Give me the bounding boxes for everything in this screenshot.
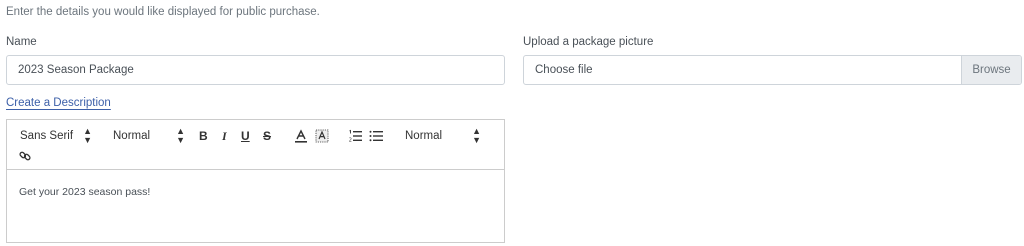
bullet-list-button[interactable] xyxy=(369,129,383,143)
bold-icon: B xyxy=(199,129,208,143)
background-color-icon xyxy=(315,129,329,143)
file-upload-field[interactable]: Choose file Browse xyxy=(523,55,1022,85)
ordered-list-icon: 2 xyxy=(349,129,362,144)
ordered-list-button[interactable]: 2 xyxy=(348,129,362,143)
size-picker-label: Normal xyxy=(113,130,151,142)
italic-icon: I xyxy=(222,128,227,143)
name-value: 2023 Season Package xyxy=(18,64,134,76)
underline-button[interactable]: U xyxy=(241,129,250,143)
browse-button[interactable]: Browse xyxy=(961,56,1021,84)
font-picker-label: Sans Serif xyxy=(20,130,74,142)
link-button[interactable] xyxy=(19,149,31,163)
picker-arrows-icon: ▲ ▼ xyxy=(176,126,185,145)
strike-icon: S xyxy=(263,129,272,143)
picker-arrows-icon: ▲ ▼ xyxy=(472,126,481,145)
editor-toolbar: Sans Serif ▲ ▼ Normal ▲ ▼ B I U S 2 Norm… xyxy=(7,120,504,170)
header-picker[interactable]: Normal ▲ ▼ xyxy=(405,126,481,145)
picker-arrows-icon: ▲ ▼ xyxy=(83,126,92,145)
create-description-link[interactable]: Create a Description xyxy=(6,97,111,109)
bold-button[interactable]: B xyxy=(199,129,208,143)
name-label: Name xyxy=(6,36,37,48)
strike-button[interactable]: S xyxy=(263,129,271,143)
underline-icon: U xyxy=(241,129,250,143)
italic-button[interactable]: I xyxy=(222,129,227,143)
upload-label: Upload a package picture xyxy=(523,36,654,48)
file-placeholder[interactable]: Choose file xyxy=(524,56,961,84)
name-input[interactable]: 2023 Season Package xyxy=(6,55,505,85)
text-color-icon xyxy=(295,129,307,143)
form-intro-text: Enter the details you would like display… xyxy=(6,6,320,18)
editor-content-text: Get your 2023 season pass! xyxy=(19,186,151,198)
svg-text:2: 2 xyxy=(349,138,352,144)
header-picker-label: Normal xyxy=(405,130,443,142)
size-picker[interactable]: Normal ▲ ▼ xyxy=(113,126,185,145)
link-icon xyxy=(19,151,31,161)
background-color-button[interactable] xyxy=(315,129,329,143)
font-picker[interactable]: Sans Serif ▲ ▼ xyxy=(20,126,92,145)
text-color-button[interactable] xyxy=(294,129,308,143)
bullet-list-icon xyxy=(369,130,383,142)
editor-content-area[interactable]: Get your 2023 season pass! xyxy=(7,170,504,214)
rich-text-editor: Sans Serif ▲ ▼ Normal ▲ ▼ B I U S 2 Norm… xyxy=(6,119,505,243)
